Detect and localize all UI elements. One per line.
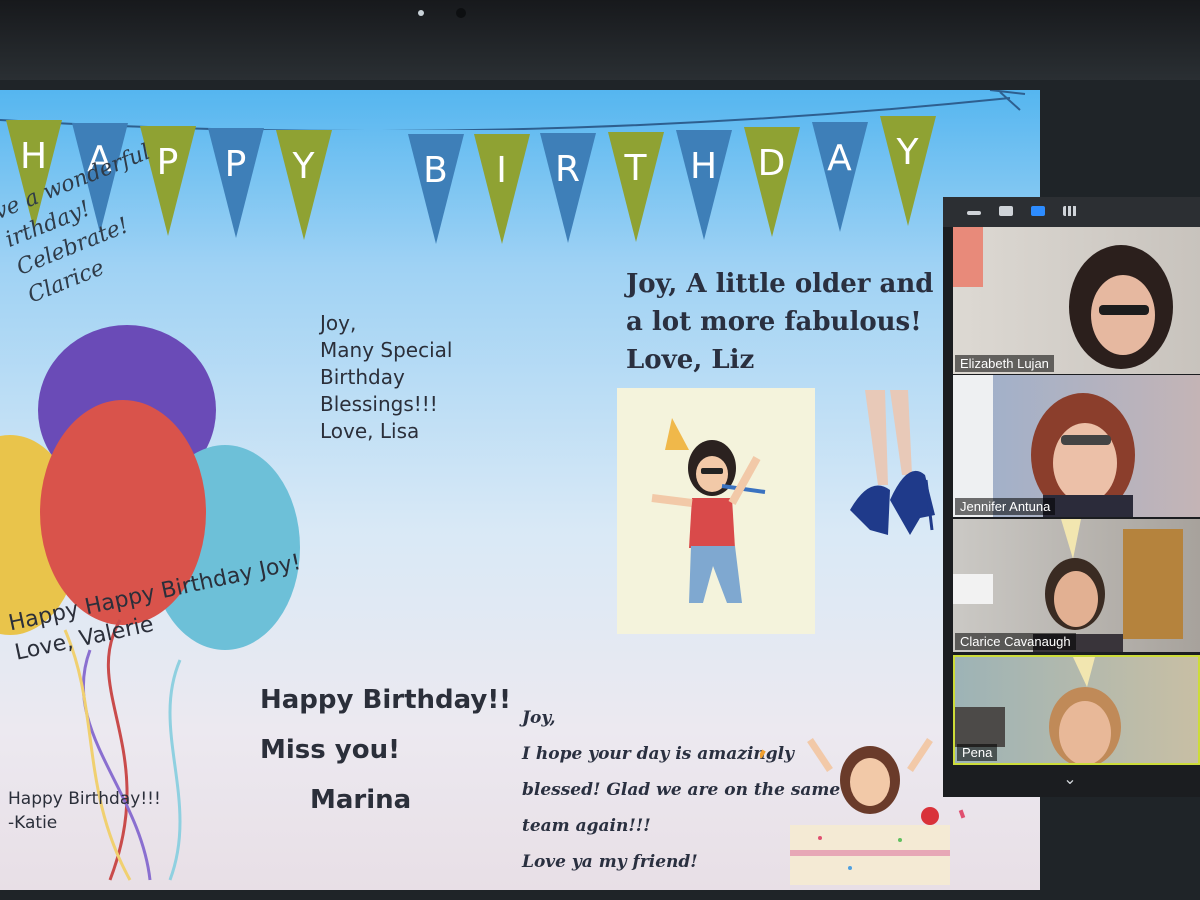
pennant-letter: Y — [276, 130, 332, 240]
message-line: Birthday — [320, 365, 405, 389]
message-liz: Joy, A little older and a lot more fabul… — [626, 265, 933, 379]
message-line: Many Special — [320, 338, 453, 362]
pennant-letter: T — [608, 132, 664, 242]
pennant-letter: I — [474, 134, 530, 244]
pennant-letter: R — [540, 133, 596, 243]
participant-tile[interactable]: Jennifer Antuna — [953, 375, 1200, 517]
participant-video — [953, 375, 1135, 517]
participant-name: Pena — [957, 744, 998, 761]
single-view-icon[interactable] — [999, 206, 1013, 216]
message-line: Joy, — [320, 311, 357, 335]
gallery-view-icon[interactable] — [1063, 206, 1077, 216]
monitor-bezel — [0, 0, 1200, 80]
message-line: Happy Birthday!!! — [8, 789, 161, 809]
message-line: Love, Liz — [626, 345, 755, 375]
message-line: Happy Birthday!! — [260, 685, 512, 715]
pennant-letter: P — [208, 128, 264, 238]
bitmoji-figure-icon — [651, 418, 766, 603]
speaker-view-icon[interactable] — [1031, 206, 1045, 216]
video-participants-panel: Elizabeth Lujan Jennifer Antuna Clarice … — [943, 197, 1200, 797]
pennant-letter: Y — [880, 116, 936, 226]
high-heels-icon — [850, 390, 935, 535]
message-line: -Katie — [8, 813, 58, 833]
message-line: Marina — [310, 785, 412, 815]
message-marina: Happy Birthday!! Miss you! Marina — [260, 675, 511, 825]
participant-tile[interactable]: Clarice Cavanaugh — [953, 519, 1200, 652]
message-line: Blessings!!! — [320, 392, 438, 416]
camera-lens-icon — [456, 8, 466, 18]
pennant-letter: B — [408, 134, 464, 244]
chevron-down-icon[interactable]: ⌄ — [1058, 769, 1082, 789]
message-lisa: Joy, Many Special Birthday Blessings!!! … — [320, 310, 452, 445]
bitmoji-sticker — [617, 388, 815, 634]
message-line: a lot more fabulous! — [626, 307, 922, 337]
participant-name: Clarice Cavanaugh — [955, 633, 1076, 650]
message-line: Miss you! — [260, 735, 400, 765]
camera-indicator-icon — [418, 10, 424, 16]
birthday-slide: H A P P Y B I R T H D A Y ve a wonderful… — [0, 90, 1040, 890]
message-katie: Happy Birthday!!! -Katie — [8, 787, 161, 835]
pennant-letter: H — [676, 130, 732, 240]
participant-name: Elizabeth Lujan — [955, 355, 1054, 372]
pennant-letter: D — [744, 127, 800, 237]
participant-name: Jennifer Antuna — [955, 498, 1056, 515]
participant-video — [953, 227, 1173, 369]
minimize-icon[interactable] — [967, 211, 981, 215]
message-line: Joy, A little older and — [626, 269, 934, 299]
message-line: Love, Lisa — [320, 419, 420, 443]
pennant-letter: A — [812, 122, 868, 232]
participant-tile-active-speaker[interactable]: Pena — [953, 655, 1200, 765]
view-toolbar — [943, 197, 1200, 227]
participant-tile[interactable]: Elizabeth Lujan — [953, 227, 1200, 374]
